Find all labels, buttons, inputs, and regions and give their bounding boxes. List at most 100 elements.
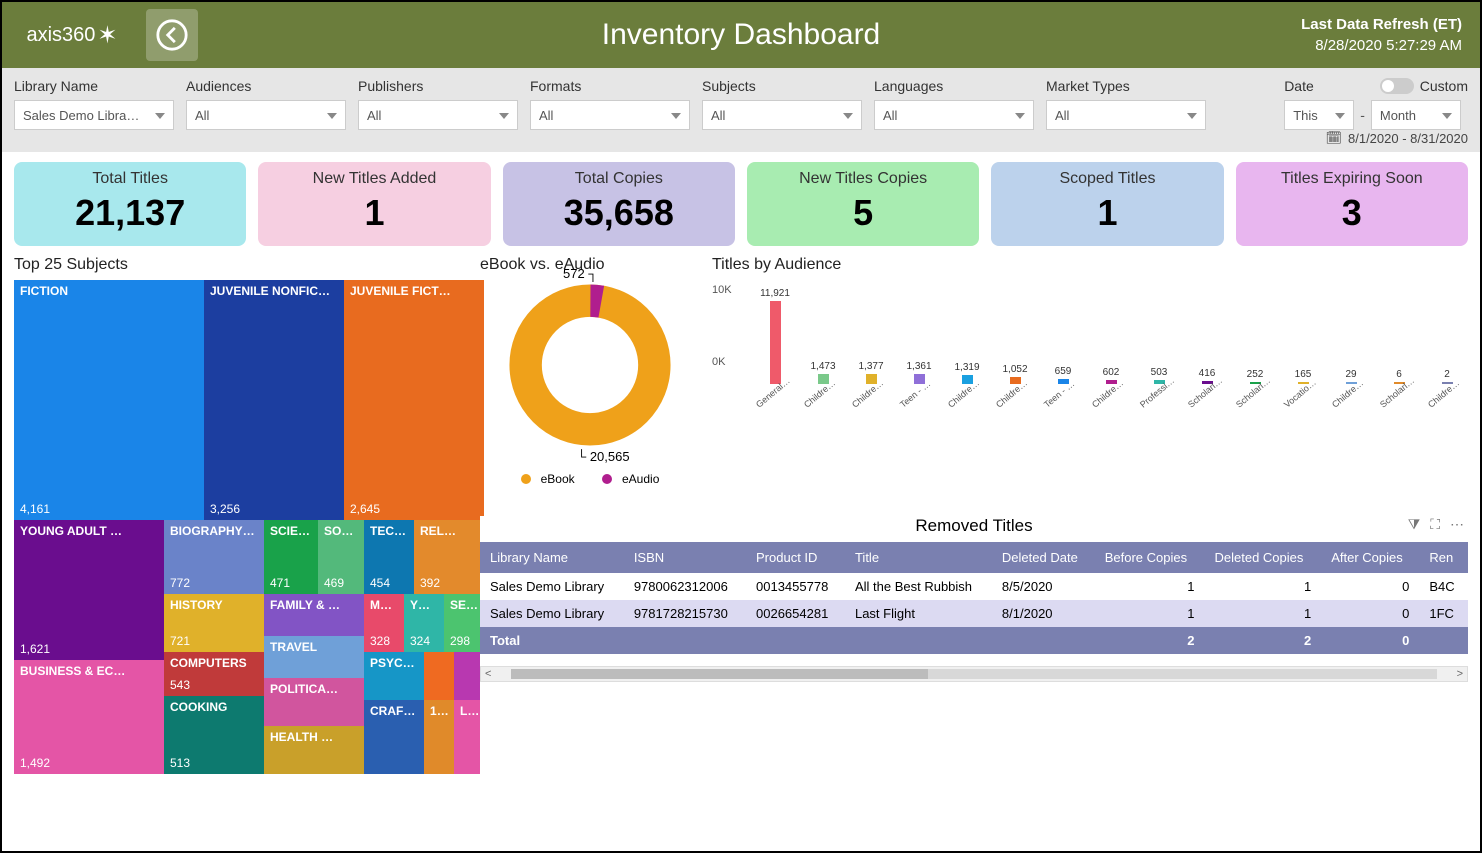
kpi-card[interactable]: Total Copies 35,658 bbox=[503, 162, 735, 246]
subjects-label: Subjects bbox=[702, 78, 862, 94]
treemap-cell[interactable]: BIOGRAPHY…772 bbox=[164, 520, 264, 594]
filter-icon[interactable]: ⧩ bbox=[1408, 516, 1421, 533]
back-button[interactable] bbox=[146, 9, 198, 61]
treemap-cell[interactable]: TEC…454 bbox=[364, 520, 414, 594]
market-types-select[interactable]: All bbox=[1046, 100, 1206, 130]
treemap-cell[interactable]: JUVENILE NONFIC…3,256 bbox=[204, 280, 344, 520]
table-header[interactable]: After Copies bbox=[1321, 542, 1419, 573]
custom-toggle[interactable] bbox=[1380, 78, 1414, 94]
custom-toggle-label: Custom bbox=[1420, 78, 1468, 94]
treemap-cell[interactable]: YO…324 bbox=[404, 594, 444, 652]
donut-label-ebook: └ 20,565 bbox=[577, 449, 630, 464]
table-header[interactable]: Before Copies bbox=[1095, 542, 1205, 573]
kpi-label: Scoped Titles bbox=[995, 170, 1219, 188]
formats-label: Formats bbox=[530, 78, 690, 94]
table-header[interactable]: Ren bbox=[1419, 542, 1468, 573]
donut-card: eBook vs. eAudio 572 ┐ └ 20,565 eBook eA… bbox=[480, 256, 700, 506]
table-header[interactable]: Deleted Date bbox=[992, 542, 1095, 573]
kpi-card[interactable]: Scoped Titles 1 bbox=[991, 162, 1223, 246]
removed-titles-title: Removed Titles bbox=[480, 516, 1468, 536]
scroll-left-icon[interactable]: < bbox=[481, 668, 495, 680]
table-hscroll[interactable]: < > bbox=[480, 666, 1468, 682]
kpi-card[interactable]: Titles Expiring Soon3 bbox=[1236, 162, 1468, 246]
bar-y-axis: 10K 0K bbox=[712, 284, 732, 368]
treemap-title: Top 25 Subjects bbox=[14, 256, 468, 274]
treemap-cell[interactable]: POLITICA… bbox=[264, 678, 364, 726]
audiences-label: Audiences bbox=[186, 78, 346, 94]
donut-chart[interactable]: 572 ┐ └ 20,565 bbox=[505, 280, 675, 450]
table-header[interactable]: Product ID bbox=[746, 542, 845, 573]
formats-select[interactable]: All bbox=[530, 100, 690, 130]
refresh-label: Last Data Refresh (ET) bbox=[1301, 14, 1462, 35]
treemap-cell[interactable]: HISTORY721 bbox=[164, 594, 264, 652]
table-header[interactable]: ISBN bbox=[624, 542, 746, 573]
table-header[interactable]: Title bbox=[845, 542, 992, 573]
treemap-cell[interactable]: SOCI…469 bbox=[318, 520, 364, 594]
treemap-cell[interactable] bbox=[424, 652, 454, 700]
date-sep: - bbox=[1360, 107, 1365, 123]
treemap-cell[interactable]: COOKING513 bbox=[164, 696, 264, 774]
brand-logo: axis360✶ bbox=[2, 2, 142, 68]
treemap-cell[interactable]: COMPUTERS543 bbox=[164, 652, 264, 696]
library-name-select[interactable]: Sales Demo Libra… bbox=[14, 100, 174, 130]
kpi-label: Total Copies bbox=[507, 170, 731, 188]
languages-label: Languages bbox=[874, 78, 1034, 94]
bar-card: Titles by Audience 10K 0K 11,9211,4731,3… bbox=[712, 256, 1468, 506]
date-unit-select[interactable]: Month bbox=[1371, 100, 1461, 130]
legend-dot-ebook bbox=[521, 474, 531, 484]
scroll-right-icon[interactable]: > bbox=[1453, 668, 1467, 680]
kpi-card[interactable]: New Titles Copies 5 bbox=[747, 162, 979, 246]
languages-select[interactable]: All bbox=[874, 100, 1034, 130]
treemap-cell[interactable]: SCIE…471 bbox=[264, 520, 318, 594]
treemap-cell[interactable]: CRAF… bbox=[364, 700, 424, 774]
kpi-value: 1 bbox=[995, 192, 1219, 234]
date-range-text: 8/1/2020 - 8/31/2020 bbox=[1348, 131, 1468, 146]
treemap-cell[interactable]: 1… bbox=[424, 700, 454, 774]
table-row[interactable]: Sales Demo Library9780062312006001345577… bbox=[480, 573, 1468, 600]
donut-label-eaudio: 572 ┐ bbox=[563, 266, 598, 281]
date-anchor-select[interactable]: This bbox=[1284, 100, 1354, 130]
removed-titles-table: Library NameISBNProduct IDTitleDeleted D… bbox=[480, 542, 1468, 654]
treemap-cell[interactable]: FAMILY & … bbox=[264, 594, 364, 636]
focus-mode-icon[interactable]: ⛶ bbox=[1430, 516, 1440, 533]
treemap-cell[interactable]: FICTION4,161 bbox=[14, 280, 204, 520]
kpi-card[interactable]: New Titles Added1 bbox=[258, 162, 490, 246]
treemap-cell[interactable]: SE…298 bbox=[444, 594, 484, 652]
kpi-label: Titles Expiring Soon bbox=[1240, 170, 1464, 188]
treemap-cell[interactable]: HEALTH … bbox=[264, 726, 364, 774]
treemap-cell[interactable]: YOUNG ADULT …1,621 bbox=[14, 520, 164, 660]
publishers-label: Publishers bbox=[358, 78, 518, 94]
kpi-value: 1 bbox=[262, 192, 486, 234]
treemap-cell[interactable]: JUVENILE FICT…2,645 bbox=[344, 280, 484, 520]
treemap-cell[interactable]: REL…392 bbox=[414, 520, 484, 594]
table-header[interactable]: Deleted Copies bbox=[1204, 542, 1321, 573]
table-header[interactable]: Library Name bbox=[480, 542, 624, 573]
star-icon: ✶ bbox=[97, 21, 117, 50]
audiences-select[interactable]: All bbox=[186, 100, 346, 130]
treemap-cell[interactable]: BUSINESS & EC…1,492 bbox=[14, 660, 164, 774]
kpi-label: New Titles Copies bbox=[751, 170, 975, 188]
bar-chart[interactable]: 11,9211,4731,3771,3611,3191,052659602503… bbox=[754, 294, 1468, 384]
treemap-cell[interactable]: ME…328 bbox=[364, 594, 404, 652]
donut-legend: eBook eAudio bbox=[480, 472, 700, 487]
bar-column[interactable]: 11,921 bbox=[754, 288, 796, 384]
calendar-icon: 🗓 bbox=[1325, 130, 1342, 146]
table-row[interactable]: Sales Demo Library9781728215730002665428… bbox=[480, 600, 1468, 627]
more-options-icon[interactable]: ⋯ bbox=[1450, 516, 1464, 533]
bar-title: Titles by Audience bbox=[712, 256, 1468, 274]
kpi-card[interactable]: Total Titles21,137 bbox=[14, 162, 246, 246]
treemap-cell[interactable]: PSYC… bbox=[364, 652, 424, 700]
kpi-value: 35,658 bbox=[507, 192, 731, 234]
legend-dot-eaudio bbox=[602, 474, 612, 484]
treemap-cell[interactable]: TRAVEL bbox=[264, 636, 364, 678]
subjects-select[interactable]: All bbox=[702, 100, 862, 130]
kpi-value: 5 bbox=[751, 192, 975, 234]
library-name-label: Library Name bbox=[14, 78, 174, 94]
publishers-select[interactable]: All bbox=[358, 100, 518, 130]
kpi-label: Total Titles bbox=[18, 170, 242, 188]
treemap-chart[interactable]: FICTION4,161JUVENILE NONFIC…3,256JUVENIL… bbox=[14, 280, 468, 809]
date-label: Date bbox=[1284, 78, 1314, 94]
removed-titles-card: Removed Titles ⧩ ⛶ ⋯ Library NameISBNPro… bbox=[480, 516, 1468, 809]
refresh-info: Last Data Refresh (ET) 8/28/2020 5:27:29… bbox=[1301, 14, 1480, 56]
filter-bar: Library Name Sales Demo Libra… Audiences A… bbox=[2, 68, 1480, 152]
